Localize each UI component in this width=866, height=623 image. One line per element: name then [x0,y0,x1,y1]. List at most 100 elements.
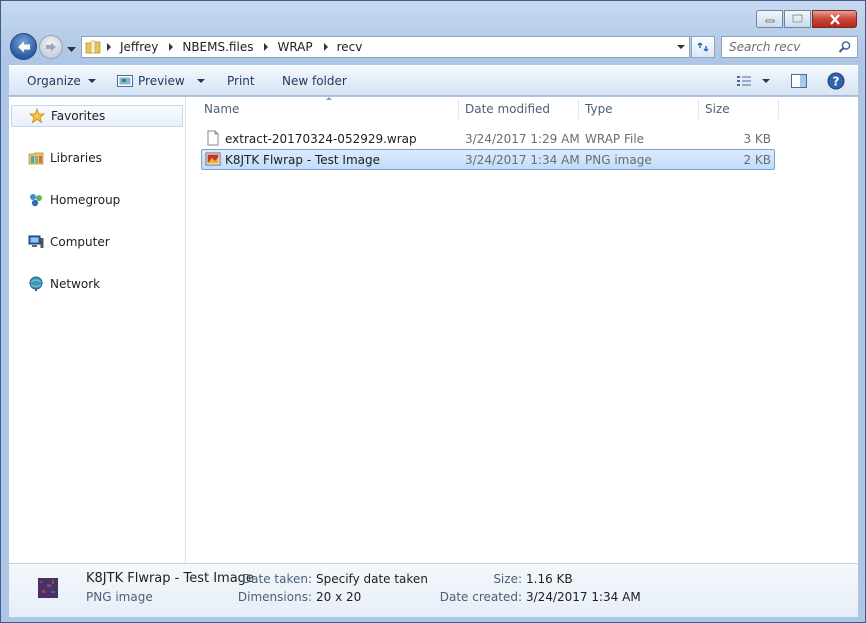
file-name: extract-20170324-052929.wrap [225,132,417,146]
navigation-pane: Favorites Libraries Homegroup Computer N… [9,97,186,563]
caption-buttons [756,10,857,28]
breadcrumb-label: Jeffrey [120,40,159,54]
dimensions-value: 20 x 20 [316,590,362,604]
breadcrumb-item[interactable]: WRAP [272,37,317,57]
image-file-icon [205,152,221,166]
details-title: K8JTK Flwrap - Test Image [86,571,254,586]
breadcrumb-separator[interactable] [169,43,174,51]
preview-label: Preview [138,74,185,88]
breadcrumb-label: recv [336,40,363,54]
column-header-name[interactable]: Name [204,97,454,121]
forward-arrow-icon [46,42,56,52]
forward-button[interactable] [39,35,63,59]
organize-label: Organize [27,74,81,88]
print-label: Print [227,74,255,88]
preview-button[interactable]: Preview [117,72,205,90]
change-view-button[interactable] [736,72,770,90]
help-button[interactable]: ? [827,72,845,90]
address-history-dropdown[interactable] [677,45,685,49]
column-header-label: Name [204,102,240,116]
address-bar[interactable]: Jeffrey NBEMS.files WRAP recv [81,36,690,58]
date-taken-label: Date taken: [241,572,312,586]
preview-icon [117,75,133,87]
details-pane: K8JTK Flwrap - Test Image PNG image Date… [9,563,858,617]
sidebar-item-label: Computer [50,235,110,249]
breadcrumb-separator[interactable] [107,43,111,51]
file-type: PNG image [585,153,652,167]
maximize-icon [792,14,803,23]
column-header-label: Date modified [465,102,551,116]
image-thumbnail-icon [38,578,58,598]
file-size: 2 KB [743,153,771,167]
search-icon[interactable] [838,40,852,54]
maximize-button[interactable] [784,10,811,28]
homegroup-icon [30,194,42,207]
chevron-down-icon [67,47,76,52]
sidebar-item-computer[interactable]: Computer [9,231,185,253]
minimize-button[interactable] [756,10,783,28]
sidebar-item-label: Libraries [50,151,102,165]
chevron-down-icon [762,79,770,83]
column-header-type[interactable]: Type [585,97,695,121]
breadcrumb-separator[interactable] [264,43,269,51]
new-folder-button[interactable]: New folder [282,72,347,90]
column-header-label: Type [585,102,613,116]
breadcrumb-item[interactable]: NBEMS.files [177,37,258,57]
breadcrumb-label: NBEMS.files [182,40,254,54]
column-header-label: Size [705,102,730,116]
sidebar-item-label: Favorites [51,109,106,123]
network-icon [29,276,43,291]
search-input[interactable] [729,38,837,56]
file-list: Name Date modified Type Size extract-201… [186,97,858,563]
file-name: K8JTK Flwrap - Test Image [225,153,380,167]
sidebar-item-favorites[interactable]: Favorites [11,105,183,127]
file-date-modified: 3/24/2017 1:29 AM [465,132,580,146]
file-date-modified: 3/24/2017 1:34 AM [465,153,580,167]
column-divider[interactable] [458,99,459,119]
content-area: Favorites Libraries Homegroup Computer N… [9,97,858,563]
folder-icon [85,40,101,54]
sidebar-item-network[interactable]: Network [9,273,185,295]
command-bar: Organize Preview Print New folder ? [9,65,858,96]
new-folder-label: New folder [282,74,347,88]
breadcrumb-item[interactable]: recv [332,37,368,57]
column-header-date-modified[interactable]: Date modified [465,97,575,121]
preview-pane-icon [791,74,807,88]
date-created-label: Date created: [439,590,522,604]
column-header-size[interactable]: Size [705,97,775,121]
file-row-selected[interactable]: K8JTK Flwrap - Test Image 3/24/2017 1:34… [201,149,775,170]
svg-text:?: ? [833,75,840,89]
close-icon [829,13,840,25]
breadcrumb-separator[interactable] [323,43,328,51]
refresh-button[interactable] [691,36,715,58]
breadcrumb-label: WRAP [277,40,313,54]
file-size: 3 KB [743,132,771,146]
file-type: WRAP File [585,132,645,146]
breadcrumb-item[interactable]: Jeffrey [115,37,163,57]
chevron-down-icon [87,79,96,83]
organize-button[interactable]: Organize [27,72,96,90]
libraries-icon [28,152,44,165]
sidebar-item-label: Homegroup [50,193,121,207]
back-button[interactable] [10,33,37,60]
sidebar-item-label: Network [50,277,101,291]
help-icon: ? [827,72,845,90]
sidebar-item-homegroup[interactable]: Homegroup [9,189,185,211]
file-row[interactable]: extract-20170324-052929.wrap 3/24/2017 1… [201,128,775,149]
view-options-icon [737,76,751,86]
document-icon [207,130,219,146]
print-button[interactable]: Print [227,72,255,90]
date-created-value: 3/24/2017 1:34 AM [526,590,641,604]
column-divider[interactable] [778,99,779,119]
date-taken-value[interactable]: Specify date taken [316,572,428,586]
sidebar-item-libraries[interactable]: Libraries [9,147,185,169]
column-divider[interactable] [578,99,579,119]
refresh-icon [697,42,709,52]
search-box [721,36,858,58]
preview-pane-button[interactable] [791,72,807,90]
column-divider[interactable] [698,99,699,119]
image-thumbnail [38,578,58,598]
close-button[interactable] [812,10,857,28]
recent-pages-dropdown[interactable] [67,42,76,56]
details-subtitle: PNG image [86,590,153,604]
